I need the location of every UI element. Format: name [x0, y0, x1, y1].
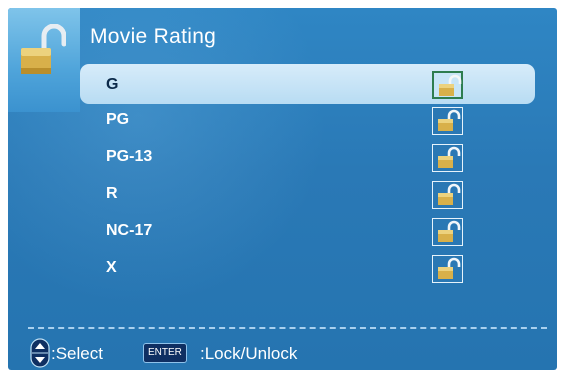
page-title: Movie Rating [90, 25, 217, 48]
unlocked-padlock-icon [438, 183, 461, 205]
header-lock-tile [8, 8, 80, 112]
rating-list: G PG PG-13 R NC-17 X [80, 64, 535, 286]
lock-toggle[interactable] [432, 255, 463, 283]
rating-row-r[interactable]: R [80, 175, 535, 212]
rating-label: G [106, 76, 119, 93]
unlocked-padlock-icon [438, 220, 461, 242]
lock-toggle[interactable] [432, 107, 463, 135]
footer-hints: :Select ENTER :Lock/Unlock [30, 336, 557, 368]
lock-toggle[interactable] [432, 144, 463, 172]
enter-key-badge: ENTER [143, 343, 187, 363]
rating-label: R [106, 185, 118, 202]
footer-divider [28, 327, 547, 329]
movie-rating-panel: Movie Rating G PG PG-13 R NC-17 X:Selec… [8, 8, 557, 370]
rating-label: NC-17 [106, 222, 153, 239]
rating-label: X [106, 259, 117, 276]
unlocked-padlock-icon [438, 146, 461, 168]
up-down-arrows-icon [30, 338, 50, 368]
rating-label: PG-13 [106, 148, 153, 165]
padlock-open-icon [21, 24, 66, 74]
unlocked-padlock-icon [438, 257, 461, 279]
rating-row-nc-17[interactable]: NC-17 [80, 212, 535, 249]
rating-row-x[interactable]: X [80, 249, 535, 286]
unlocked-padlock-icon [438, 109, 461, 131]
rating-row-g[interactable]: G [80, 64, 535, 104]
lock-toggle[interactable] [432, 71, 463, 99]
rating-row-pg-13[interactable]: PG-13 [80, 138, 535, 175]
screen: Movie Rating G PG PG-13 R NC-17 X:Selec… [0, 0, 564, 378]
rating-label: PG [106, 111, 130, 128]
rating-row-pg[interactable]: PG [80, 101, 535, 138]
lock-unlock-hint: :Lock/Unlock [200, 344, 298, 363]
lock-toggle[interactable] [432, 181, 463, 209]
select-hint: :Select [51, 344, 103, 363]
lock-toggle[interactable] [432, 218, 463, 246]
unlocked-padlock-icon [439, 74, 462, 96]
